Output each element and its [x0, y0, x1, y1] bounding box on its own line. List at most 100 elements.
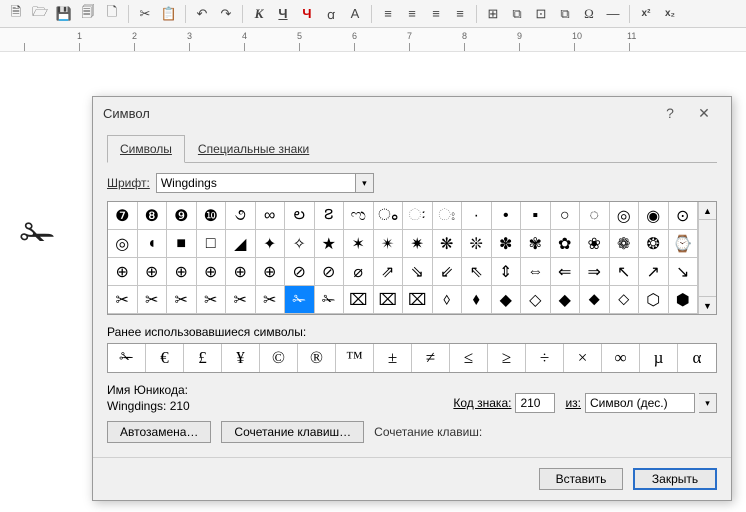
font-color-button[interactable]: Ч — [297, 4, 317, 24]
export-icon[interactable]: 🗐 — [78, 4, 98, 24]
recent-symbol-cell[interactable]: ≥ — [488, 344, 526, 372]
chevron-down-icon[interactable]: ▾ — [356, 173, 374, 193]
align-center-icon[interactable]: ≡ — [402, 4, 422, 24]
symbol-cell[interactable]: ❁ — [610, 230, 640, 258]
symbol-cell[interactable]: ❼ — [108, 202, 138, 230]
scroll-up-icon[interactable]: ▲ — [699, 202, 716, 220]
chart-icon[interactable]: ⧉ — [555, 4, 575, 24]
from-input[interactable] — [585, 393, 695, 413]
chevron-down-icon[interactable]: ▾ — [699, 393, 717, 413]
align-right-icon[interactable]: ≡ — [426, 4, 446, 24]
code-input[interactable] — [515, 393, 555, 413]
symbol-cell[interactable]: ⇒ — [580, 258, 610, 286]
recent-symbol-cell[interactable]: ✁ — [108, 344, 146, 372]
symbol-cell[interactable]: ✂ — [226, 286, 256, 314]
highlight-button[interactable]: ꭤ — [321, 4, 341, 24]
symbol-cell[interactable]: ౭ — [315, 202, 345, 230]
subscript-button[interactable]: x₂ — [660, 4, 680, 24]
symbol-cell[interactable]: ∞ — [256, 202, 286, 230]
grid-scrollbar[interactable]: ▲ ▼ — [698, 202, 716, 314]
symbol-cell[interactable]: ⇖ — [462, 258, 492, 286]
symbol-cell[interactable]: ◢ — [226, 230, 256, 258]
recent-symbol-cell[interactable]: £ — [184, 344, 222, 372]
symbol-cell[interactable]: ⊕ — [197, 258, 227, 286]
symbol-cell[interactable]: ⬥ — [580, 286, 610, 314]
symbol-cell[interactable]: ઃ — [403, 202, 433, 230]
symbol-cell[interactable]: ⊘ — [315, 258, 345, 286]
symbol-cell[interactable]: ❀ — [580, 230, 610, 258]
symbol-cell[interactable]: ⊙ — [669, 202, 699, 230]
symbol-cell[interactable]: ⇕ — [492, 258, 522, 286]
symbol-cell[interactable]: ◆ — [551, 286, 581, 314]
symbol-cell[interactable]: ✾ — [521, 230, 551, 258]
insert-button[interactable]: Вставить — [539, 468, 623, 490]
dash-icon[interactable]: — — [603, 4, 623, 24]
new-doc-icon[interactable]: 🗎 — [6, 4, 26, 24]
symbol-cell[interactable]: ⬦ — [610, 286, 640, 314]
symbol-cell[interactable]: ◉ — [639, 202, 669, 230]
symbol-cell[interactable]: ↗ — [639, 258, 669, 286]
symbol-cell[interactable]: ❋ — [433, 230, 463, 258]
recent-symbol-cell[interactable]: ≤ — [450, 344, 488, 372]
symbol-cell[interactable]: ✁ — [285, 286, 315, 314]
symbol-cell[interactable]: ૭ — [226, 202, 256, 230]
symbol-cell[interactable]: ✽ — [492, 230, 522, 258]
autocorrect-button[interactable]: Автозамена… — [107, 421, 211, 443]
symbol-cell[interactable]: ★ — [315, 230, 345, 258]
save-icon[interactable]: 💾 — [54, 4, 74, 24]
symbol-cell[interactable]: ം — [374, 202, 404, 230]
symbol-cell[interactable]: ⬢ — [669, 286, 699, 314]
symbol-cell[interactable]: ⇗ — [374, 258, 404, 286]
symbol-cell[interactable]: ✂ — [256, 286, 286, 314]
symbol-cell[interactable]: ⊕ — [138, 258, 168, 286]
symbol-cell[interactable]: ✁ — [315, 286, 345, 314]
scroll-track[interactable] — [699, 220, 716, 296]
recent-symbol-cell[interactable]: ± — [374, 344, 412, 372]
image-icon[interactable]: ⧉ — [507, 4, 527, 24]
shortcut-key-button[interactable]: Сочетание клавиш… — [221, 421, 364, 443]
symbol-cell[interactable]: ❽ — [138, 202, 168, 230]
symbol-cell[interactable]: ◆ — [492, 286, 522, 314]
symbol-cell[interactable]: ✴ — [374, 230, 404, 258]
recent-symbol-cell[interactable]: © — [260, 344, 298, 372]
cut-icon[interactable]: ✂ — [135, 4, 155, 24]
recent-symbol-cell[interactable]: ≠ — [412, 344, 450, 372]
recent-symbol-cell[interactable]: ® — [298, 344, 336, 372]
tab-special-chars[interactable]: Специальные знаки — [185, 135, 322, 162]
symbol-cell[interactable]: ⊕ — [167, 258, 197, 286]
help-button[interactable]: ? — [653, 100, 687, 126]
print-icon[interactable]: 🗋 — [102, 4, 122, 24]
symbol-cell[interactable]: ✿ — [551, 230, 581, 258]
tab-symbols[interactable]: Символы — [107, 135, 185, 163]
symbol-cell[interactable]: ✂ — [108, 286, 138, 314]
align-left-icon[interactable]: ≡ — [378, 4, 398, 24]
symbol-cell[interactable]: ↘ — [669, 258, 699, 286]
symbol-cell[interactable]: ✷ — [403, 230, 433, 258]
symbol-cell[interactable]: □ — [197, 230, 227, 258]
format-button[interactable]: A — [345, 4, 365, 24]
font-combobox[interactable]: ▾ — [156, 173, 374, 193]
symbol-cell[interactable]: ◌ — [580, 202, 610, 230]
symbol-cell[interactable]: ✂ — [197, 286, 227, 314]
symbol-cell[interactable]: ⇐ — [551, 258, 581, 286]
symbol-cell[interactable]: ✧ — [285, 230, 315, 258]
symbol-cell[interactable]: ಌ — [344, 202, 374, 230]
symbol-cell[interactable]: • — [492, 202, 522, 230]
recent-symbol-cell[interactable]: ÷ — [526, 344, 564, 372]
symbol-cell[interactable]: ⇔ — [521, 258, 551, 286]
recent-symbol-cell[interactable]: ∞ — [602, 344, 640, 372]
symbol-cell[interactable]: ⊕ — [108, 258, 138, 286]
symbol-cell[interactable]: · — [462, 202, 492, 230]
symbol-cell[interactable]: ⇘ — [403, 258, 433, 286]
symbol-cell[interactable]: ◖ — [138, 230, 168, 258]
symbol-cell[interactable]: ▪ — [521, 202, 551, 230]
recent-symbol-cell[interactable]: α — [678, 344, 716, 372]
symbol-cell[interactable]: ■ — [167, 230, 197, 258]
symbol-cell[interactable]: ⇙ — [433, 258, 463, 286]
symbol-cell[interactable]: ✦ — [256, 230, 286, 258]
symbol-cell[interactable]: ⌧ — [403, 286, 433, 314]
recent-symbol-cell[interactable]: ™ — [336, 344, 374, 372]
symbol-cell[interactable]: ⊕ — [256, 258, 286, 286]
symbol-cell[interactable]: ಃ — [433, 202, 463, 230]
symbol-cell[interactable]: ↖ — [610, 258, 640, 286]
